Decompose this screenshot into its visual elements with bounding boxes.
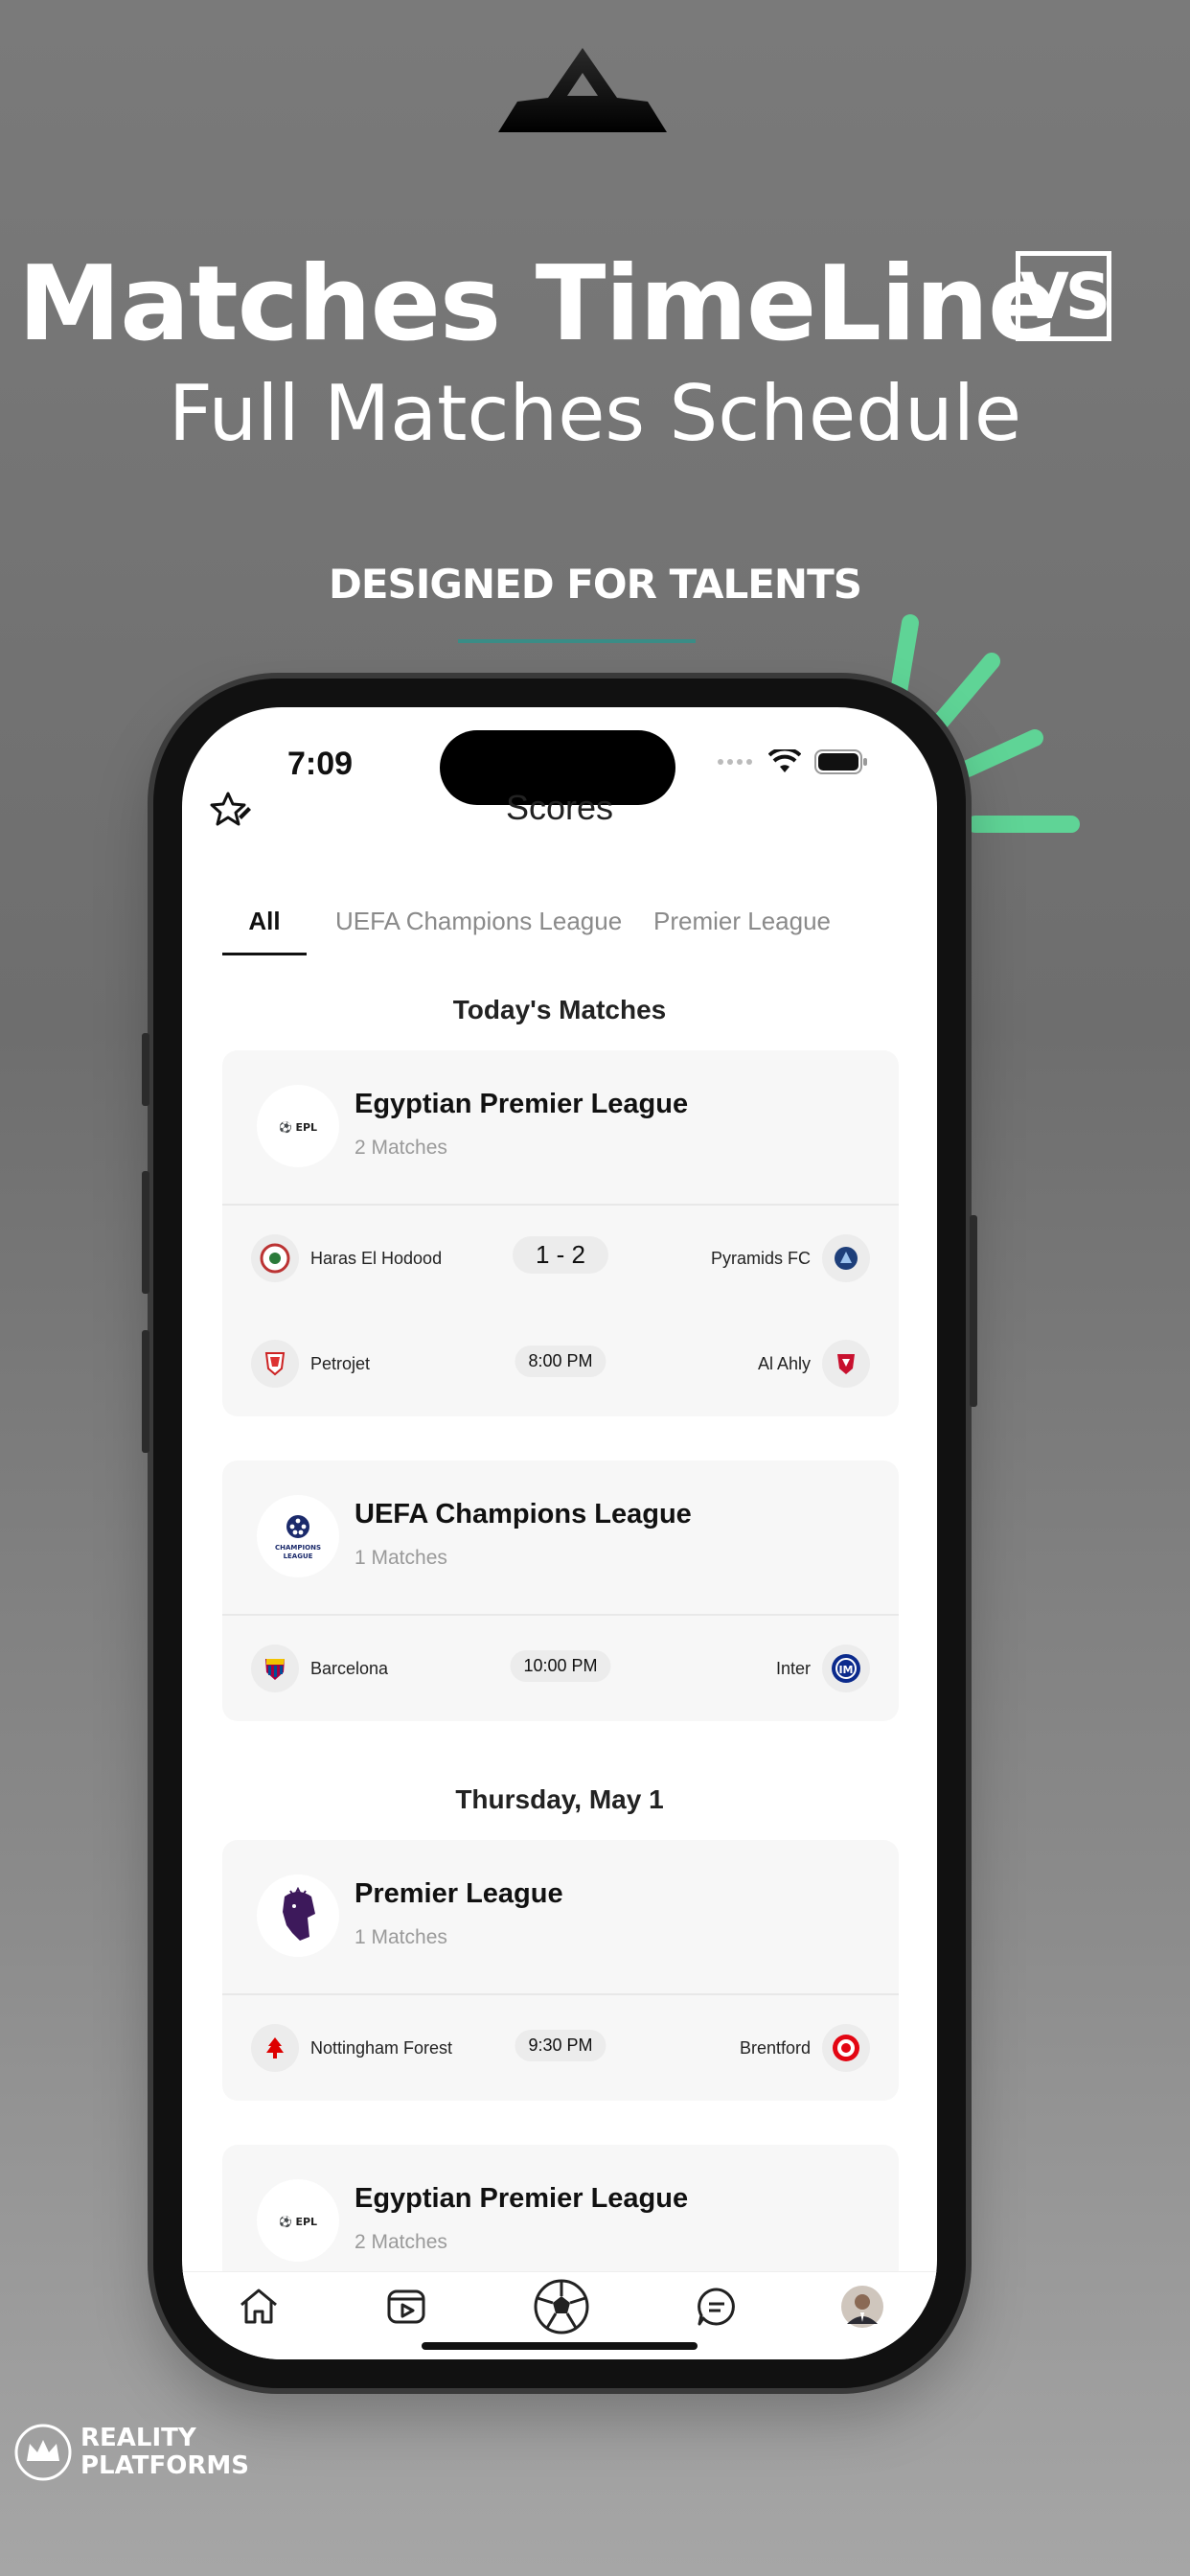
league-header[interactable]: CHAMPIONS LEAGUE UEFA Champions League 1 … [222, 1460, 899, 1616]
home-team-name: Petrojet [310, 1354, 371, 1373]
football-icon[interactable] [533, 2278, 590, 2335]
wifi-icon [768, 749, 801, 772]
svg-text:⚽ EPL: ⚽ EPL [278, 2216, 317, 2228]
hero-title: Matches TimeLine [17, 244, 1058, 364]
crown-logo-icon [498, 48, 667, 132]
match-time: 9:30 PM [515, 2030, 606, 2061]
chat-icon[interactable] [694, 2284, 740, 2330]
pyramids-fc-crest-icon [822, 1234, 870, 1282]
premier-league-logo-icon [257, 1874, 339, 1957]
svg-text:CHAMPIONS: CHAMPIONS [275, 1544, 321, 1552]
battery-icon [814, 749, 867, 774]
league-card-premier[interactable]: Premier League 1 Matches Nottingham Fore… [222, 1840, 899, 2101]
home-icon[interactable] [236, 2284, 282, 2330]
league-header[interactable]: Premier League 1 Matches [222, 1840, 899, 1995]
barcelona-crest-icon [251, 1644, 299, 1692]
away-team-name: Al Ahly [757, 1354, 811, 1373]
match-row[interactable]: Haras El Hodood 1 - 2 Pyramids FC [222, 1206, 899, 1311]
tab-all[interactable]: All [222, 907, 307, 936]
brand-line-2: PLATFORMS [80, 2451, 249, 2480]
league-name: Egyptian Premier League [355, 2183, 689, 2214]
svg-text:IM: IM [838, 1664, 853, 1676]
section-title-thursday: Thursday, May 1 [455, 1784, 664, 1814]
home-team-name: Nottingham Forest [310, 2038, 453, 2058]
match-row[interactable]: Petrojet 8:00 PM Al Ahly [222, 1311, 899, 1416]
league-name: Egyptian Premier League [355, 1089, 689, 1119]
reality-platforms-crown-icon [14, 2424, 72, 2481]
video-icon[interactable] [383, 2284, 429, 2330]
active-tab-indicator [222, 953, 307, 955]
match-row[interactable]: Nottingham Forest 9:30 PM Brentford [222, 1995, 899, 2101]
match-count: 2 Matches [355, 1137, 447, 1159]
match-score: 1 - 2 [512, 1236, 609, 1274]
away-team-name: Brentford [739, 2038, 811, 2058]
page-title: Scores [505, 788, 614, 827]
match-row[interactable]: Barcelona 10:00 PM Inter IM [222, 1616, 899, 1721]
egyptian-league-logo-icon: ⚽ EPL [257, 2179, 339, 2262]
match-count: 1 Matches [355, 1926, 447, 1948]
svg-text:LEAGUE: LEAGUE [284, 1552, 313, 1560]
al-ahly-crest-icon [822, 1340, 870, 1388]
profile-avatar[interactable] [839, 2284, 885, 2330]
brentford-crest-icon [822, 2024, 870, 2072]
tab-premier-league[interactable]: Premier League [653, 907, 831, 936]
phone-power-button [970, 1215, 977, 1407]
phone-frame: 7:09 Scores All UEFA Champions League Pr… [142, 678, 977, 2388]
league-name: Premier League [355, 1878, 563, 1909]
match-time: 10:00 PM [510, 1650, 611, 1682]
signal-icon [718, 759, 752, 765]
svg-text:⚽ EPL: ⚽ EPL [278, 1121, 317, 1134]
app-screen: 7:09 Scores All UEFA Champions League Pr… [182, 707, 937, 2359]
tagline-underline [458, 639, 696, 643]
brand-line-1: REALITY [80, 2424, 196, 2452]
nottingham-forest-crest-icon [251, 2024, 299, 2072]
hero-subtitle: Full Matches Schedule [168, 369, 1022, 458]
tagline: DESIGNED FOR TALENTS [329, 561, 862, 608]
petrojet-crest-icon [251, 1340, 299, 1388]
away-team-name: Inter [775, 1659, 811, 1678]
league-card-egyptian[interactable]: ⚽ EPL Egyptian Premier League 2 Matches … [222, 1050, 899, 1416]
league-card-champions[interactable]: CHAMPIONS LEAGUE UEFA Champions League 1 … [222, 1460, 899, 1721]
status-icons [717, 749, 868, 774]
match-count: 1 Matches [355, 1547, 447, 1569]
tab-uefa-champions-league[interactable]: UEFA Champions League [335, 907, 622, 936]
match-time: 8:00 PM [515, 1346, 606, 1377]
phone-mute-button [142, 1033, 149, 1106]
status-time: 7:09 [287, 746, 354, 782]
inter-crest-icon: IM [822, 1644, 870, 1692]
league-tabs: All UEFA Champions League Premier League [222, 907, 937, 964]
league-name: UEFA Champions League [355, 1499, 692, 1530]
phone-volume-down-button [142, 1330, 149, 1453]
champions-league-logo-icon: CHAMPIONS LEAGUE [257, 1495, 339, 1577]
league-header[interactable]: ⚽ EPL Egyptian Premier League 2 Matches [222, 1050, 899, 1206]
home-team-name: Haras El Hodood [310, 1249, 443, 1268]
match-count: 2 Matches [355, 2231, 447, 2253]
home-team-name: Barcelona [310, 1659, 389, 1678]
home-indicator [422, 2342, 698, 2350]
phone-volume-up-button [142, 1171, 149, 1294]
brand-logo: REALITY PLATFORMS [13, 2423, 249, 2482]
section-title-today: Today's Matches [452, 995, 667, 1024]
egyptian-league-logo-icon: ⚽ EPL [257, 1085, 339, 1167]
haras-el-hodood-crest-icon [251, 1234, 299, 1282]
away-team-name: Pyramids FC [710, 1249, 811, 1268]
vs-badge: VS [1016, 251, 1111, 341]
